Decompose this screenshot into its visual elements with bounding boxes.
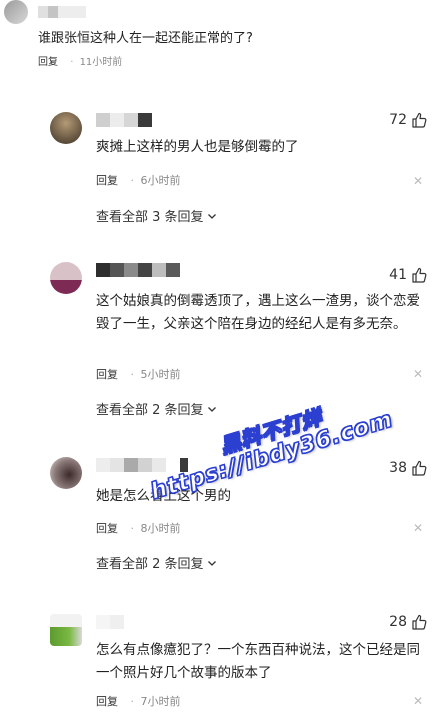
watermark-title: 黑料不打烊 [217,404,326,459]
comment-meta: 回复 · 6小时前 [96,174,181,187]
comment-text: 谁跟张恒这种人在一起还能正常的了? [38,31,253,46]
avatar[interactable] [50,614,82,646]
close-icon[interactable]: ✕ [413,694,423,708]
timestamp: 7小时前 [140,695,181,708]
like-count: 41 [389,267,407,283]
avatar[interactable] [50,262,82,294]
like-button[interactable]: 41 [389,267,427,283]
reply-link[interactable]: 回复 [96,174,118,187]
username-pixelated [38,6,86,18]
like-count: 28 [389,614,407,630]
comment-meta: 回复 · 11小时前 [38,57,123,68]
like-button[interactable]: 28 [389,614,427,630]
like-count: 38 [389,460,407,476]
like-count: 72 [389,112,407,128]
timestamp: 8小时前 [140,522,181,535]
comment-meta: 回复 · 7小时前 [96,695,181,708]
view-all-replies-button[interactable]: 查看全部 3 条回复 [96,206,217,225]
comment-text: 怎么有点像癔犯了？一个东西百种说法，这个已经是同一个照片好几个故事的版本了 [96,642,420,681]
avatar[interactable] [4,0,28,24]
chevron-down-icon [207,406,216,412]
close-icon[interactable]: ✕ [413,367,423,381]
chevron-down-icon [207,213,216,219]
comment-meta: 回复 · 5小时前 [96,368,181,381]
reply-link[interactable]: 回复 [96,695,118,708]
timestamp: 11小时前 [79,57,123,68]
reply-link[interactable]: 回复 [96,368,118,381]
thumbs-up-icon [412,460,427,476]
username-pixelated [96,113,152,127]
view-all-replies-label: 查看全部 2 条回复 [96,403,204,418]
username-pixelated [96,615,124,629]
close-icon[interactable]: ✕ [413,174,423,188]
thumbs-up-icon [412,614,427,630]
view-all-replies-label: 查看全部 2 条回复 [96,557,204,572]
comment-text: 她是怎么看上这个男的 [96,488,231,504]
timestamp: 6小时前 [140,174,181,187]
view-all-replies-label: 查看全部 3 条回复 [96,210,204,225]
view-all-replies-button[interactable]: 查看全部 2 条回复 [96,399,217,418]
like-button[interactable]: 72 [389,112,427,128]
chevron-down-icon [207,560,216,566]
reply-link[interactable]: 回复 [96,522,118,535]
avatar[interactable] [50,112,82,144]
reply-link[interactable]: 回复 [38,57,58,68]
timestamp: 5小时前 [140,368,181,381]
comment-meta: 回复 · 8小时前 [96,522,181,535]
comment-text: 这个姑娘真的倒霉透顶了，遇上这么一渣男，谈个恋爱毁了一生，父亲这个陪在身边的经纪… [96,293,420,332]
comment-text: 爽摊上这样的男人也是够倒霉的了 [96,139,299,155]
username-pixelated [96,263,180,277]
close-icon[interactable]: ✕ [413,521,423,535]
view-all-replies-button[interactable]: 查看全部 2 条回复 [96,553,217,572]
like-button[interactable]: 38 [389,460,427,476]
avatar[interactable] [50,457,82,489]
thumbs-up-icon [412,267,427,283]
thumbs-up-icon [412,112,427,128]
username-pixelated [96,458,188,472]
